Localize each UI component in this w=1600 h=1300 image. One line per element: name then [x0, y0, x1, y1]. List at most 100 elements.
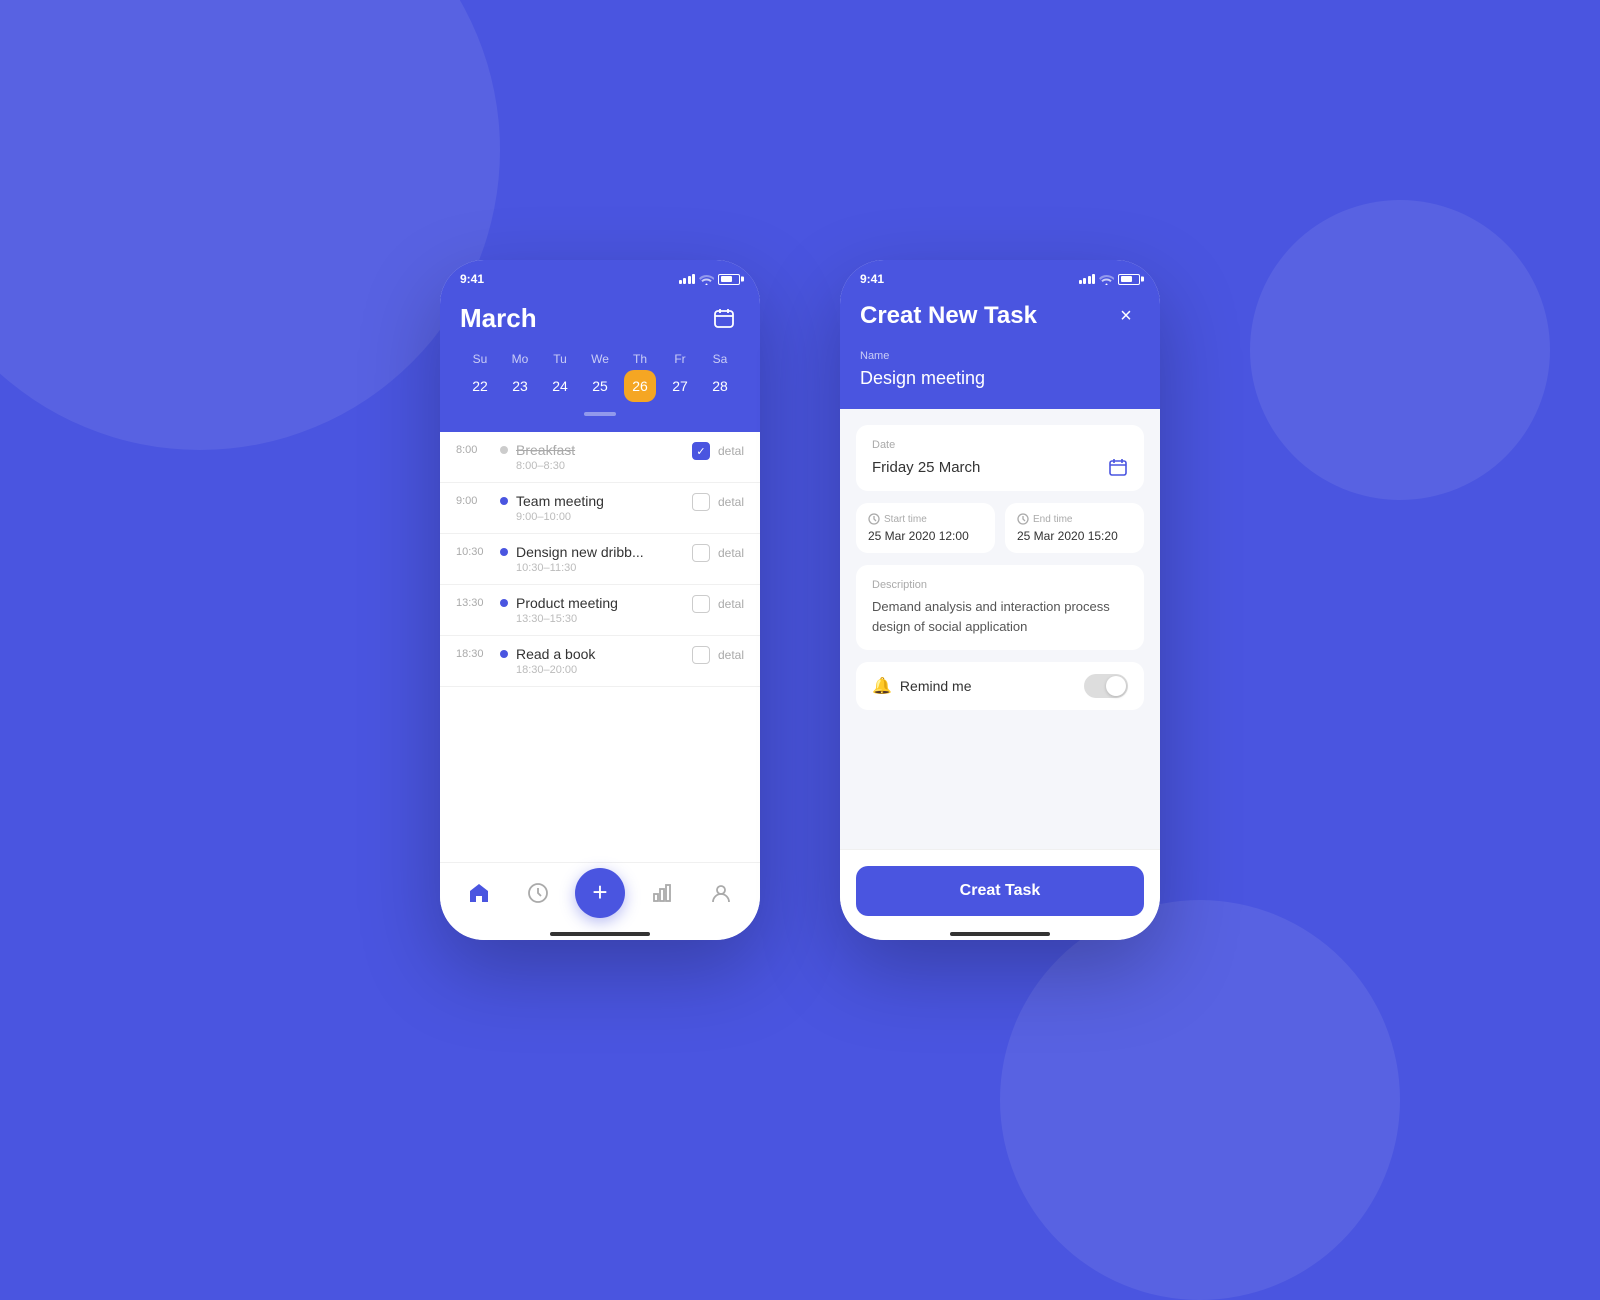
task-checkbox-breakfast[interactable] [692, 442, 710, 460]
task-content-book: Read a book 18:30–20:00 [516, 646, 684, 676]
create-task-header: Creat New Task × Name Design meeting [840, 292, 1160, 409]
task-content-design: Densign new dribb... 10:30–11:30 [516, 544, 684, 574]
task-time-book: 18:30 [456, 646, 492, 660]
task-checkbox-book[interactable] [692, 646, 710, 664]
date-calendar-icon[interactable] [1108, 457, 1128, 477]
task-detail-design[interactable]: detal [718, 546, 744, 560]
nav-fab-button[interactable]: + [575, 868, 625, 918]
nav-home[interactable] [457, 871, 501, 915]
wifi-icon-2 [1099, 274, 1114, 285]
calendar-header: March Su Mo Tu We Th Fr Sa 22 2 [440, 292, 760, 432]
task-list: 8:00 Breakfast 8:00–8:30 detal 9:00 Team… [440, 432, 760, 862]
task-content-product: Product meeting 13:30–15:30 [516, 595, 684, 625]
task-title-design: Densign new dribb... [516, 544, 684, 560]
description-label: Description [872, 579, 1128, 591]
task-actions-design: detal [692, 544, 744, 562]
close-button[interactable]: × [1112, 302, 1140, 330]
task-duration-book: 18:30–20:00 [516, 664, 684, 676]
task-duration-product: 13:30–15:30 [516, 613, 684, 625]
start-time-card[interactable]: Start time 25 Mar 2020 12:00 [856, 503, 995, 553]
month-title: March [460, 303, 537, 334]
bg-decoration-1 [0, 0, 500, 450]
battery-icon-1 [718, 274, 740, 285]
cal-day-26[interactable]: 26 [624, 370, 656, 402]
create-task-title-row: Creat New Task × [860, 302, 1140, 330]
cal-day-27[interactable]: 27 [660, 370, 700, 402]
toggle-knob [1106, 676, 1126, 696]
close-icon: × [1120, 305, 1132, 328]
status-time-1: 9:41 [460, 272, 484, 286]
task-checkbox-team-meeting[interactable] [692, 493, 710, 511]
task-dot-book [500, 650, 508, 658]
signal-icon-2 [1079, 274, 1096, 284]
cal-day-23[interactable]: 23 [500, 370, 540, 402]
task-checkbox-product[interactable] [692, 595, 710, 613]
task-item-book: 18:30 Read a book 18:30–20:00 detal [440, 636, 760, 687]
date-value: Friday 25 March [872, 459, 980, 476]
description-card: Description Demand analysis and interact… [856, 565, 1144, 650]
start-time-label: Start time [868, 513, 983, 525]
end-time-value: 25 Mar 2020 15:20 [1017, 529, 1132, 543]
create-task-button[interactable]: Creat Task [856, 866, 1144, 916]
cal-day-28[interactable]: 28 [700, 370, 740, 402]
scroll-indicator [460, 412, 740, 416]
nav-chart[interactable] [640, 871, 684, 915]
task-checkbox-design[interactable] [692, 544, 710, 562]
cal-day-22[interactable]: 22 [460, 370, 500, 402]
task-detail-breakfast[interactable]: detal [718, 444, 744, 458]
cal-header-tu: Tu [540, 348, 580, 370]
task-content-breakfast: Breakfast 8:00–8:30 [516, 442, 684, 472]
cal-header-su: Su [460, 348, 500, 370]
cal-header-fr: Fr [660, 348, 700, 370]
nav-profile[interactable] [699, 871, 743, 915]
bottom-nav: + [440, 862, 760, 932]
task-title-product: Product meeting [516, 595, 684, 611]
phone-calendar: 9:41 March [440, 260, 760, 940]
date-label: Date [872, 439, 1128, 451]
task-time-team-meeting: 9:00 [456, 493, 492, 507]
cal-day-25[interactable]: 25 [580, 370, 620, 402]
phone-create-task: 9:41 Creat Ne [840, 260, 1160, 940]
bg-decoration-3 [1250, 200, 1550, 500]
form-body: Date Friday 25 March [840, 409, 1160, 849]
date-value-row: Friday 25 March [872, 457, 1128, 477]
nav-clock[interactable] [516, 871, 560, 915]
status-time-2: 9:41 [860, 272, 884, 286]
task-time-design: 10:30 [456, 544, 492, 558]
task-title-breakfast: Breakfast [516, 442, 684, 458]
task-actions-product: detal [692, 595, 744, 613]
calendar-nav-button[interactable] [708, 302, 740, 334]
task-detail-team-meeting[interactable]: detal [718, 495, 744, 509]
task-dot-design [500, 548, 508, 556]
task-dot-team-meeting [500, 497, 508, 505]
name-field-area: Name Design meeting [860, 350, 1140, 389]
task-duration-design: 10:30–11:30 [516, 562, 684, 574]
bell-icon: 🔔 [872, 676, 892, 696]
status-icons-2 [1079, 274, 1141, 285]
remind-left: 🔔 Remind me [872, 676, 972, 696]
task-actions-team-meeting: detal [692, 493, 744, 511]
cal-day-24[interactable]: 24 [540, 370, 580, 402]
battery-icon-2 [1118, 274, 1140, 285]
cal-header-we: We [580, 348, 620, 370]
name-field-value[interactable]: Design meeting [860, 368, 1140, 389]
end-time-label: End time [1017, 513, 1132, 525]
status-icons-1 [679, 274, 741, 285]
task-detail-book[interactable]: detal [718, 648, 744, 662]
cal-header-sa: Sa [700, 348, 740, 370]
remind-toggle[interactable] [1084, 674, 1128, 698]
status-bar-2: 9:41 [840, 260, 1160, 292]
task-title-book: Read a book [516, 646, 684, 662]
task-actions-book: detal [692, 646, 744, 664]
cal-header-th: Th [620, 348, 660, 370]
task-time-breakfast: 8:00 [456, 442, 492, 456]
home-bar-2 [840, 932, 1160, 940]
description-value[interactable]: Demand analysis and interaction process … [872, 597, 1128, 636]
cal-header-mo: Mo [500, 348, 540, 370]
bg-decoration-2 [1000, 900, 1400, 1300]
task-detail-product[interactable]: detal [718, 597, 744, 611]
task-actions-breakfast: detal [692, 442, 744, 460]
start-time-value: 25 Mar 2020 12:00 [868, 529, 983, 543]
end-time-card[interactable]: End time 25 Mar 2020 15:20 [1005, 503, 1144, 553]
task-time-product: 13:30 [456, 595, 492, 609]
